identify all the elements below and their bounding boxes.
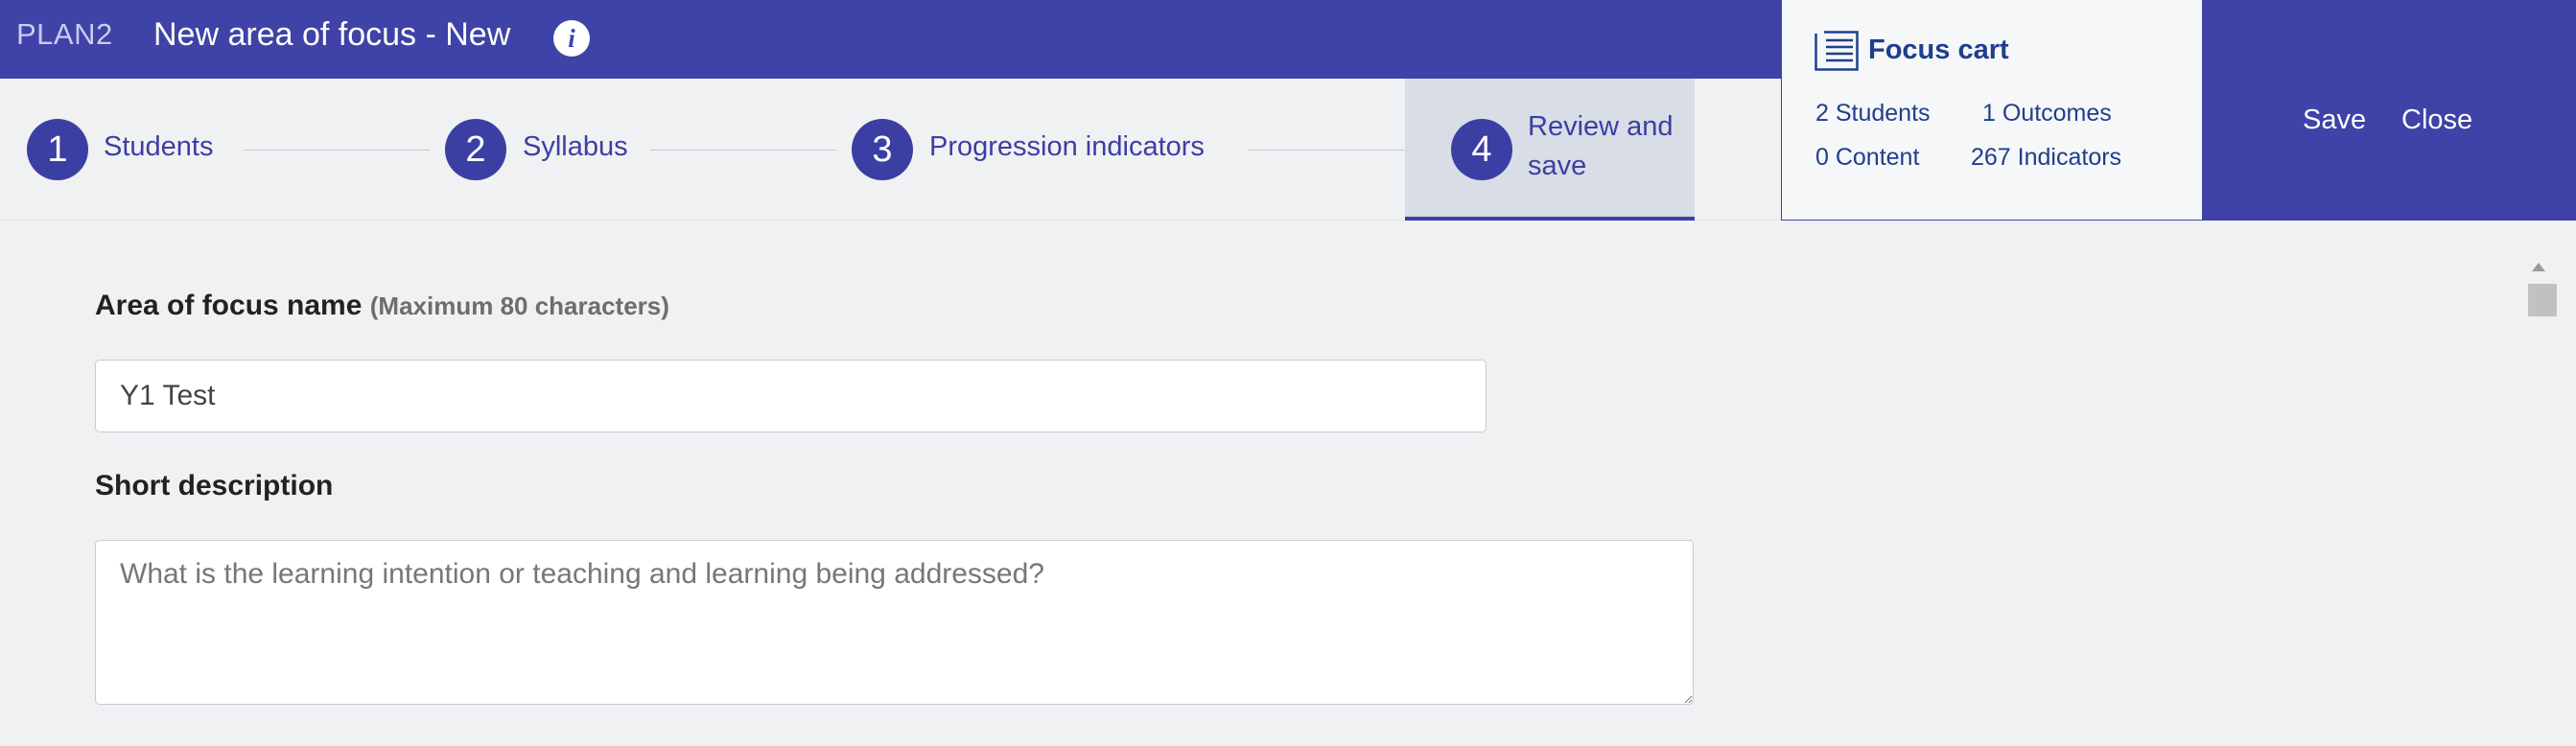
step-number: 2 [445,119,506,180]
name-field-label: Area of focus name (Maximum 80 character… [95,290,669,322]
cart-outcomes-count: 1 Outcomes [1982,100,2112,127]
brand-logo: PLAN2 [16,17,113,51]
focus-cart[interactable]: Focus cart 2 Students 1 Outcomes 0 Conte… [1781,0,2203,221]
cart-students-count: 2 Students [1815,100,1931,127]
step-number: 1 [27,119,88,180]
cart-title: Focus cart [1868,35,2009,65]
area-of-focus-name-input[interactable] [95,360,1487,432]
scrollbar-thumb[interactable] [2528,284,2557,316]
page-title: New area of focus - New [153,16,511,53]
short-description-input[interactable] [95,540,1694,705]
step-label: Review and save [1528,111,1674,181]
step-number: 4 [1451,119,1512,180]
step-review-and-save[interactable]: 4 Review and save [1405,79,1695,221]
scroll-up-arrow[interactable] [2532,263,2545,271]
name-label-text: Area of focus name [95,290,363,321]
close-button[interactable]: Close [2401,105,2472,136]
wizard-stepper: 1 Students 2 Syllabus 3 Progression indi… [0,79,1783,221]
step-connector [650,150,836,151]
step-label: Progression indicators [929,131,1205,162]
step-label: Syllabus [523,131,628,162]
main-content: Area of focus name (Maximum 80 character… [0,221,2576,746]
cart-content-count: 0 Content [1815,144,1920,171]
step-label: Students [104,131,214,162]
step-connector [244,150,430,151]
header-actions: Save Close [2203,79,2576,221]
info-icon[interactable]: i [553,20,590,57]
name-hint: (Maximum 80 characters) [369,291,669,320]
step-connector [1249,150,1405,151]
save-button[interactable]: Save [2303,105,2366,136]
list-icon [1815,31,1859,71]
description-field-label: Short description [95,470,334,501]
step-number: 3 [852,119,913,180]
cart-indicators-count: 267 Indicators [1971,144,2122,171]
